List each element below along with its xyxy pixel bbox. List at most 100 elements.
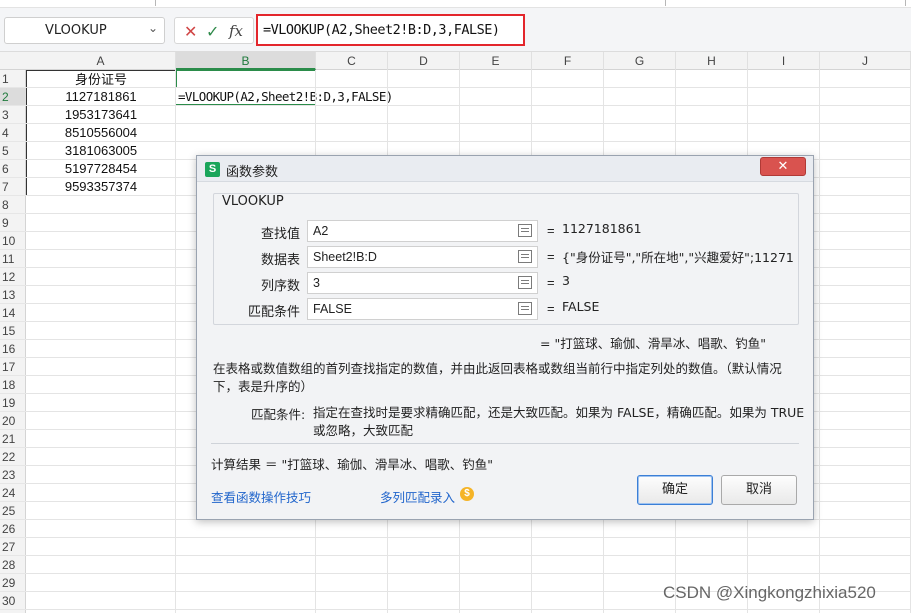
chevron-down-icon[interactable]: ⌄ (148, 21, 158, 35)
row-header-28[interactable]: 28 (0, 556, 26, 574)
calculation-result: 计算结果 ＝ "打篮球、瑜伽、滑旱冰、唱歌、钓鱼" (211, 457, 493, 472)
row-header-3[interactable]: 3 (0, 106, 26, 124)
cell-a1-header[interactable]: 身份证号 (26, 70, 176, 88)
row-header-19[interactable]: 19 (0, 394, 26, 412)
cell-b2[interactable]: =VLOOKUP(A2,Sheet2!B:D,3,FALSE) (176, 88, 393, 106)
row-header-26[interactable]: 26 (0, 520, 26, 538)
row-header-1[interactable]: 1 (0, 70, 26, 88)
column-header-j[interactable]: J (820, 52, 911, 70)
row-header-11[interactable]: 11 (0, 250, 26, 268)
cell-a6[interactable]: 5197728454 (26, 160, 176, 178)
row-header-25[interactable]: 25 (0, 502, 26, 520)
name-box[interactable]: VLOOKUP ⌄ (4, 17, 165, 44)
row-header-17[interactable]: 17 (0, 358, 26, 376)
arg-input-2[interactable]: 3 (307, 272, 538, 294)
grid-column-line (175, 70, 176, 613)
row-header-5[interactable]: 5 (0, 142, 26, 160)
grid-row-line (26, 573, 911, 574)
cancel-button[interactable]: 取消 (721, 475, 797, 505)
arg-label-3: 匹配条件 (247, 305, 300, 320)
row-header-6[interactable]: 6 (0, 160, 26, 178)
cell-a2[interactable]: 1127181861 (26, 88, 176, 106)
enter-icon[interactable]: ✓ (206, 22, 219, 41)
grid-row-line (26, 123, 911, 124)
ok-button[interactable]: 确定 (637, 475, 713, 505)
arg-label-1: 数据表 (260, 253, 300, 268)
range-picker-icon[interactable] (518, 250, 532, 263)
grid-column-line (819, 70, 820, 613)
row-header-21[interactable]: 21 (0, 430, 26, 448)
row-header-14[interactable]: 14 (0, 304, 26, 322)
column-header-f[interactable]: F (532, 52, 604, 70)
arg-input-value: 3 (313, 276, 320, 290)
arg-result-1: {"身份证号","所在地","兴趣爱好";112718... (562, 250, 794, 265)
cell-a5[interactable]: 3181063005 (26, 142, 176, 160)
column-header-c[interactable]: C (316, 52, 388, 70)
arg-equals: = (547, 249, 555, 264)
dialog-title: 函数参数 (226, 165, 279, 180)
row-header-9[interactable]: 9 (0, 214, 26, 232)
arg-result-2: 3 (562, 273, 570, 288)
range-picker-icon[interactable] (518, 276, 532, 289)
cell-a3[interactable]: 1953173641 (26, 106, 176, 124)
wps-logo-icon: S (205, 162, 220, 177)
cell-a4[interactable]: 8510556004 (26, 124, 176, 142)
function-name: VLOOKUP (222, 194, 284, 209)
formula-bar: VLOOKUP ⌄ ✕ ✓ fx =VLOOKUP(A2,Sheet2!B:D,… (0, 8, 911, 52)
row-header-16[interactable]: 16 (0, 340, 26, 358)
row-header-7[interactable]: 7 (0, 178, 26, 196)
column-header-b[interactable]: B (176, 52, 316, 70)
row-header-27[interactable]: 27 (0, 538, 26, 556)
grid-row-line (26, 87, 911, 88)
column-header-d[interactable]: D (388, 52, 460, 70)
row-header-15[interactable]: 15 (0, 322, 26, 340)
row-header-4[interactable]: 4 (0, 124, 26, 142)
name-box-value: VLOOKUP (45, 23, 107, 38)
row-header-2[interactable]: 2 (0, 88, 26, 106)
row-headers: 1 2 3 4 5 6 7 8 9 10 11 12 13 14 15 16 17 18 19 20 21 22 23 24 2… (0, 70, 26, 613)
arg-equals: = (547, 223, 555, 238)
formula-text: =VLOOKUP(A2,Sheet2!B:D,3,FALSE) (263, 22, 500, 38)
arg-input-value: A2 (313, 224, 329, 238)
multi-column-match-link[interactable]: 多列匹配录入 (380, 487, 455, 506)
function-tips-link[interactable]: 查看函数操作技巧 (211, 487, 311, 506)
cell-a7[interactable]: 9593357374 (26, 178, 176, 196)
column-header-a[interactable]: A (26, 52, 176, 70)
arg-label-0: 查找值 (260, 227, 300, 242)
row-header-30[interactable]: 30 (0, 592, 26, 610)
arg-label-2: 列序数 (260, 279, 300, 294)
range-picker-icon[interactable] (518, 302, 532, 315)
top-scroll-strip (0, 0, 911, 8)
cancel-icon[interactable]: ✕ (184, 22, 197, 41)
row-header-23[interactable]: 23 (0, 466, 26, 484)
column-header-i[interactable]: I (748, 52, 820, 70)
arg-input-value: Sheet2!B:D (313, 250, 377, 264)
range-picker-icon[interactable] (518, 224, 532, 237)
row-header-24[interactable]: 24 (0, 484, 26, 502)
column-header-e[interactable]: E (460, 52, 532, 70)
row-header-29[interactable]: 29 (0, 574, 26, 592)
row-header-12[interactable]: 12 (0, 268, 26, 286)
argument-description: 指定在查找时是要求精确匹配，还是大致匹配。如果为 FALSE，精确匹配。如果为 … (313, 405, 805, 438)
row-header-20[interactable]: 20 (0, 412, 26, 430)
close-button[interactable]: ✕ (760, 157, 806, 176)
row-header-18[interactable]: 18 (0, 376, 26, 394)
grid-row-line (26, 141, 911, 142)
grid-row-line (26, 555, 911, 556)
cell-b1[interactable] (176, 70, 316, 88)
arg-input-3[interactable]: FALSE (307, 298, 538, 320)
arg-input-0[interactable]: A2 (307, 220, 538, 242)
row-header-13[interactable]: 13 (0, 286, 26, 304)
grid-row-line (26, 105, 911, 106)
insert-function-icon[interactable]: fx (229, 22, 243, 40)
column-header-h[interactable]: H (676, 52, 748, 70)
row-header-10[interactable]: 10 (0, 232, 26, 250)
arg-result-3: FALSE (562, 299, 600, 314)
formula-input[interactable]: =VLOOKUP(A2,Sheet2!B:D,3,FALSE) (256, 14, 525, 46)
column-header-g[interactable]: G (604, 52, 676, 70)
arg-input-1[interactable]: Sheet2!B:D (307, 246, 538, 268)
row-header-22[interactable]: 22 (0, 448, 26, 466)
dialog-title-bar[interactable]: S 函数参数 ✕ (197, 156, 813, 182)
arg-equals: = (547, 301, 555, 316)
row-header-8[interactable]: 8 (0, 196, 26, 214)
